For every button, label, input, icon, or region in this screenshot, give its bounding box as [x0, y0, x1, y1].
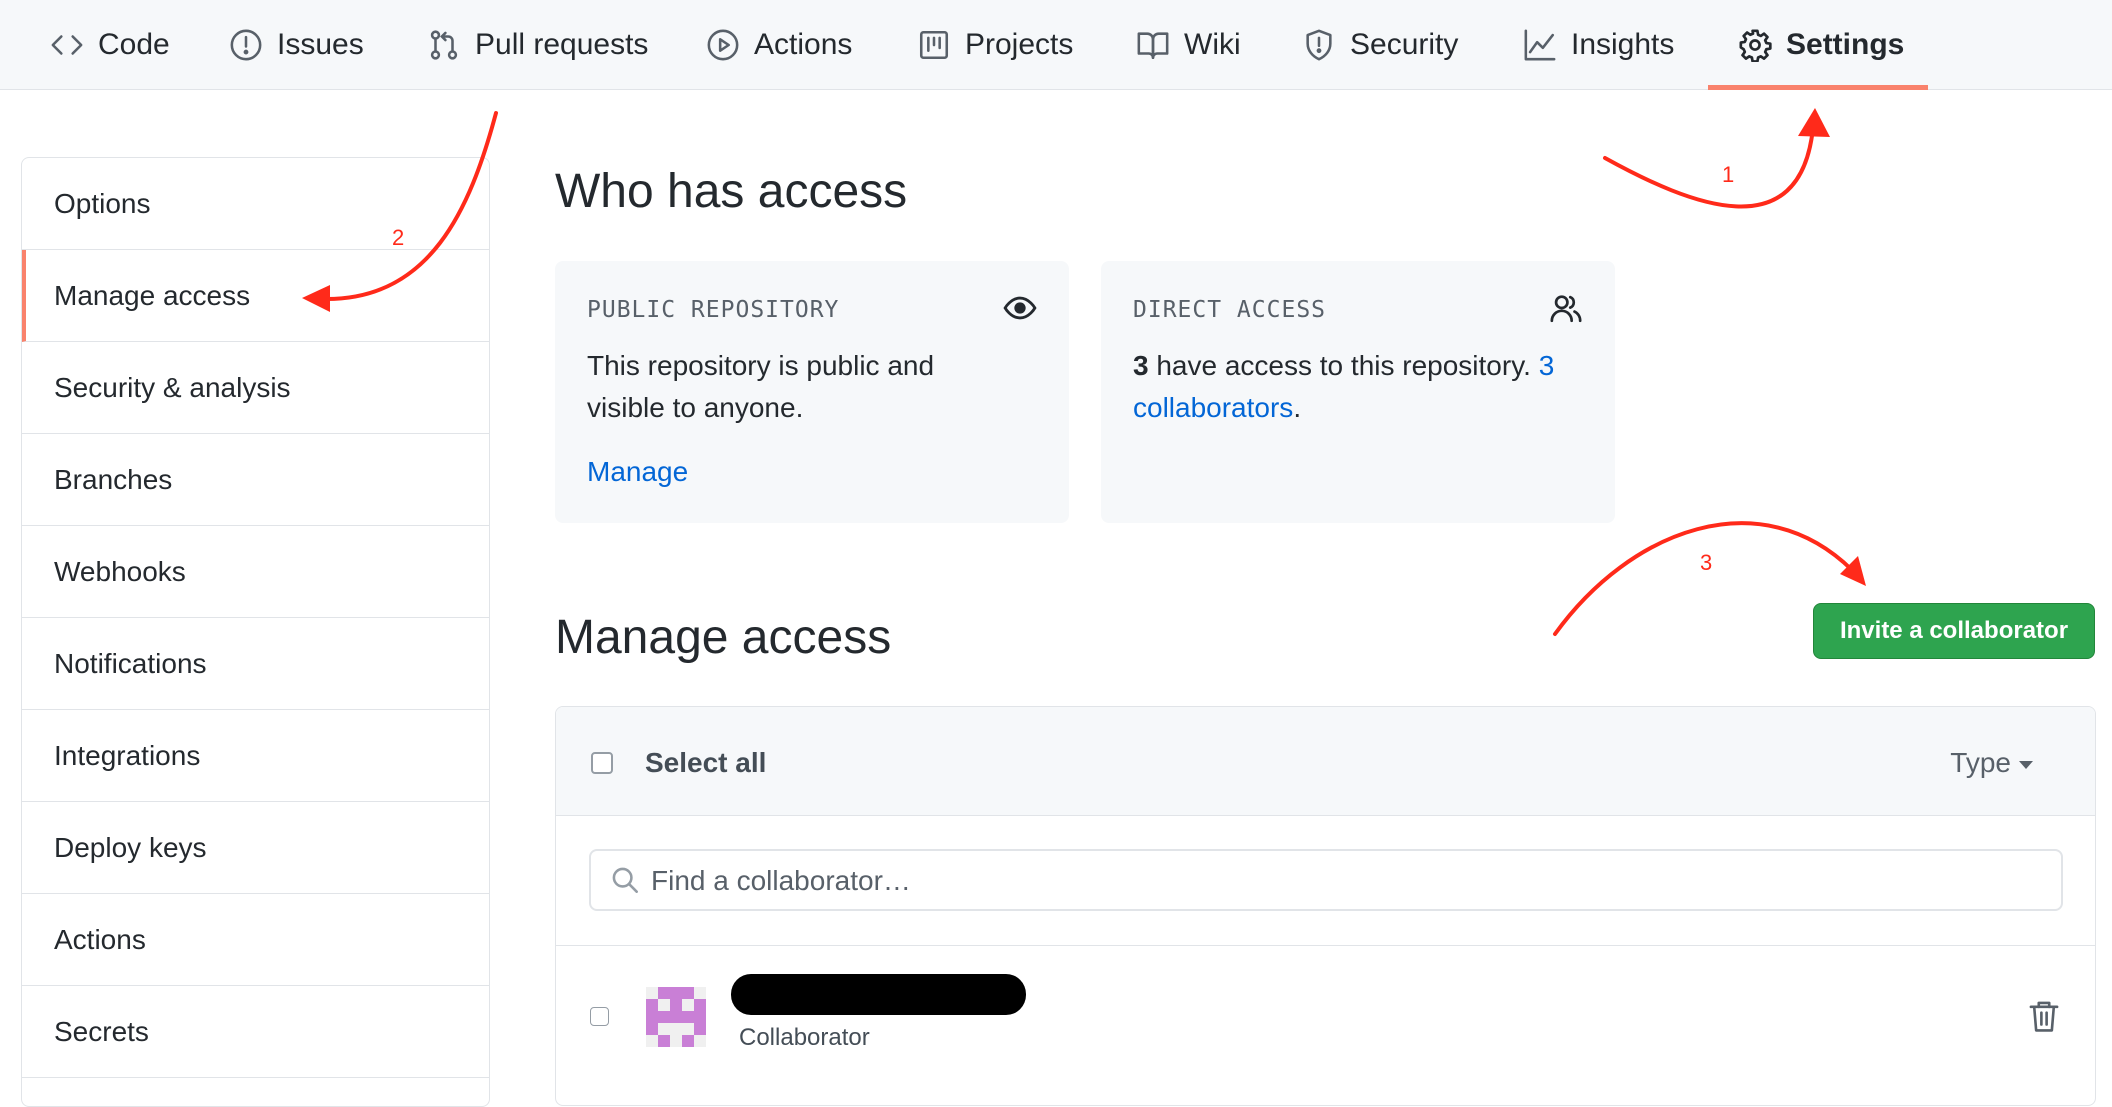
direct-access-card: DIRECT ACCESS 3 have access to this repo…: [1101, 261, 1615, 523]
sidebar-item-integrations[interactable]: Integrations: [22, 710, 489, 802]
row-divider: [556, 945, 2095, 946]
tab-insights-label: Insights: [1571, 28, 1675, 61]
tab-insights[interactable]: Insights: [1523, 0, 1674, 90]
collaborator-role: Collaborator: [739, 1024, 870, 1051]
tab-actions-label: Actions: [754, 28, 853, 61]
tab-wiki[interactable]: Wiki: [1136, 0, 1241, 90]
find-collaborator-input[interactable]: [649, 851, 2033, 911]
sidebar-item-manage-access[interactable]: Manage access: [22, 250, 489, 342]
selected-tab-indicator: [1708, 85, 1928, 90]
direct-access-suffix: .: [1293, 392, 1302, 423]
annotation-arrow-1: [1603, 126, 1815, 209]
people-icon: [1550, 295, 1582, 323]
collaborator-row-checkbox[interactable]: [590, 1007, 609, 1026]
public-repository-text: This repository is public and visible to…: [587, 350, 935, 423]
tab-projects-label: Projects: [965, 28, 1074, 61]
select-all-checkbox[interactable]: [591, 752, 613, 774]
direct-access-description: have access to this repository.: [1148, 350, 1539, 381]
public-repository-heading: PUBLIC REPOSITORY: [587, 297, 840, 323]
annotation-step-3: 3: [1700, 550, 1713, 575]
play-icon: [707, 29, 739, 61]
sidebar-item-webhooks[interactable]: Webhooks: [22, 526, 489, 618]
direct-access-heading: DIRECT ACCESS: [1133, 297, 1327, 323]
annotation-arrow-3: [1553, 521, 1854, 636]
sidebar-item-secrets[interactable]: Secrets: [22, 986, 489, 1078]
graph-icon: [1524, 29, 1556, 61]
tab-pull-requests-label: Pull requests: [475, 28, 649, 61]
direct-access-text: 3 have access to this repository. 3 coll…: [1133, 345, 1593, 429]
sidebar-item-label: Secrets: [54, 1015, 149, 1047]
direct-access-count: 3: [1133, 350, 1149, 381]
tab-projects[interactable]: Projects: [917, 0, 1073, 90]
select-all-label: Select all: [645, 747, 767, 778]
tab-issues[interactable]: Issues: [229, 0, 364, 90]
tab-code[interactable]: Code: [50, 0, 170, 90]
project-icon: [919, 30, 949, 60]
tab-wiki-label: Wiki: [1184, 28, 1241, 61]
tab-code-label: Code: [98, 28, 170, 61]
annotation-step-1: 1: [1722, 162, 1735, 187]
tab-security[interactable]: Security: [1302, 0, 1458, 90]
tab-settings-label: Settings: [1786, 28, 1905, 61]
shield-icon: [1306, 29, 1332, 61]
trash-icon[interactable]: [2028, 999, 2060, 1033]
sidebar-item-label: Branches: [54, 463, 173, 495]
type-filter-label: Type: [1950, 747, 2011, 778]
manage-access-heading: Manage access: [555, 611, 892, 664]
issue-opened-icon: [230, 29, 262, 61]
sidebar-item-label: Security & analysis: [54, 371, 291, 403]
sidebar-item-label: Options: [54, 187, 151, 219]
tab-pull-requests[interactable]: Pull requests: [427, 0, 648, 90]
book-icon: [1137, 32, 1169, 60]
type-filter-dropdown[interactable]: Type: [1950, 747, 2033, 779]
sidebar-item-actions[interactable]: Actions: [22, 894, 489, 986]
git-pull-request-icon: [430, 30, 458, 60]
repo-nav: Code Issues Pull requests Actions Projec…: [0, 0, 2112, 90]
collaborators-panel-header: Select all Type: [556, 707, 2095, 816]
sidebar-item-label: Webhooks: [54, 555, 186, 587]
sidebar-item-label: Manage access: [54, 279, 251, 311]
invite-collaborator-button[interactable]: Invite a collaborator: [1813, 603, 2095, 659]
sidebar-item-security-analysis[interactable]: Security & analysis: [22, 342, 489, 434]
sidebar-item-label: Deploy keys: [54, 831, 207, 863]
eye-icon: [1003, 296, 1037, 320]
redacted-username: [731, 974, 1026, 1015]
find-collaborator-search: [589, 849, 2063, 911]
tab-settings[interactable]: Settings: [1738, 0, 1904, 90]
code-icon: [51, 35, 83, 55]
who-has-access-heading: Who has access: [555, 165, 908, 218]
tab-actions[interactable]: Actions: [706, 0, 852, 90]
sidebar-item-label: Actions: [54, 923, 146, 955]
sidebar-item-label: Integrations: [54, 739, 201, 771]
avatar: [646, 987, 706, 1047]
gear-icon: [1739, 29, 1772, 62]
settings-sidebar: Options Manage access Security & analysi…: [21, 157, 490, 1107]
collaborators-panel: Select all Type Collaborator: [555, 706, 2096, 1106]
sidebar-item-deploy-keys[interactable]: Deploy keys: [22, 802, 489, 894]
public-repository-card: PUBLIC REPOSITORY This repository is pub…: [555, 261, 1069, 523]
annotation-step-2: 2: [392, 225, 405, 250]
tab-security-label: Security: [1350, 28, 1459, 61]
manage-visibility-link[interactable]: Manage: [587, 451, 688, 493]
sidebar-item-label: Notifications: [54, 647, 207, 679]
caret-down-icon: [2019, 760, 2033, 769]
search-icon: [612, 867, 638, 893]
annotation-arrowhead-1: [1798, 108, 1830, 137]
sidebar-item-branches[interactable]: Branches: [22, 434, 489, 526]
annotation-arrowhead-3: [1840, 556, 1866, 586]
tab-issues-label: Issues: [277, 28, 364, 61]
sidebar-item-notifications[interactable]: Notifications: [22, 618, 489, 710]
sidebar-item-options[interactable]: Options: [22, 158, 489, 250]
